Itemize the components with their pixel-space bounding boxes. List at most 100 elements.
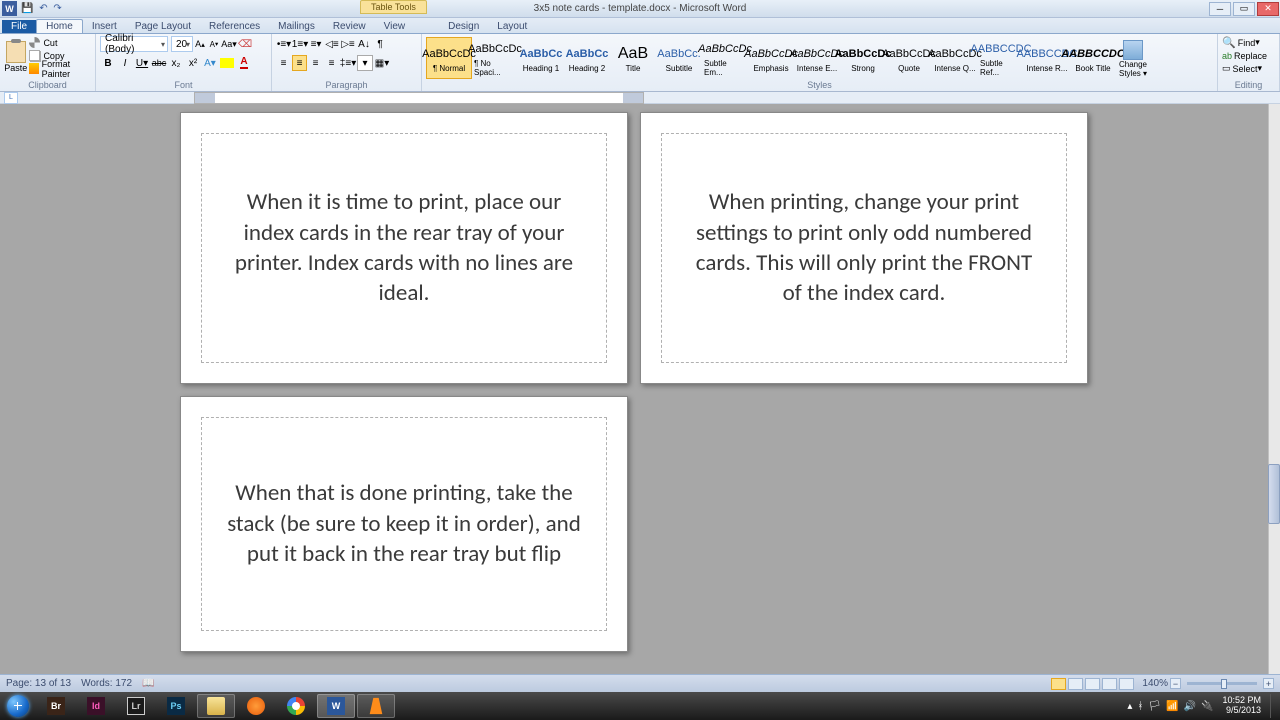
decrease-indent-button[interactable]: ◁≡: [324, 36, 340, 52]
tab-mailings[interactable]: Mailings: [269, 20, 324, 33]
line-spacing-button[interactable]: ‡≡▾: [340, 55, 356, 71]
justify-button[interactable]: ≡: [324, 55, 339, 71]
subscript-button[interactable]: x₂: [168, 55, 184, 71]
style-book-title[interactable]: AABBCCDCBook Title: [1070, 37, 1116, 79]
taskbar-indesign[interactable]: Id: [77, 694, 115, 718]
font-color-button[interactable]: A: [236, 55, 252, 71]
format-painter-button[interactable]: Format Painter: [29, 62, 91, 75]
zoom-out-button[interactable]: −: [1170, 678, 1181, 689]
tab-review[interactable]: Review: [324, 20, 375, 33]
index-card-2[interactable]: When printing, change your print setting…: [640, 112, 1088, 384]
page-indicator[interactable]: Page: 13 of 13: [6, 678, 71, 689]
tab-page-layout[interactable]: Page Layout: [126, 20, 200, 33]
tray-action-center-icon[interactable]: 🏳: [1148, 701, 1161, 712]
borders-button[interactable]: ▦▾: [374, 55, 390, 71]
align-center-button[interactable]: ≡: [292, 55, 307, 71]
tray-bluetooth-icon[interactable]: ᚼ: [1137, 701, 1143, 712]
tray-volume-icon[interactable]: 🔊: [1184, 701, 1196, 712]
print-layout-view-button[interactable]: [1051, 678, 1066, 690]
sort-button[interactable]: A↓: [356, 36, 372, 52]
tray-power-icon[interactable]: 🔌: [1201, 701, 1213, 712]
draft-view-button[interactable]: [1119, 678, 1134, 690]
tab-table-design[interactable]: Design: [439, 20, 488, 33]
taskbar-chrome[interactable]: [277, 694, 315, 718]
style--normal[interactable]: AaBbCcDc¶ Normal: [426, 37, 472, 79]
taskbar-bridge[interactable]: Br: [37, 694, 75, 718]
highlight-button[interactable]: [219, 55, 235, 71]
show-marks-button[interactable]: ¶: [372, 36, 388, 52]
align-left-button[interactable]: ≡: [276, 55, 291, 71]
zoom-slider[interactable]: [1187, 682, 1257, 685]
styles-gallery[interactable]: AaBbCcDc¶ NormalAaBbCcDc¶ No Spaci...AaB…: [426, 37, 1116, 79]
change-case-button[interactable]: Aa▾: [221, 36, 237, 52]
replace-button[interactable]: abReplace: [1222, 49, 1275, 62]
zoom-level[interactable]: 140%: [1142, 678, 1168, 689]
zoom-in-button[interactable]: +: [1263, 678, 1274, 689]
font-size-select[interactable]: 20: [171, 36, 193, 52]
underline-button[interactable]: U▾: [134, 55, 150, 71]
style-intense-e-[interactable]: AaBbCcDcIntense E...: [794, 37, 840, 79]
tab-insert[interactable]: Insert: [83, 20, 126, 33]
shading-button[interactable]: ▾: [357, 55, 373, 71]
show-desktop-button[interactable]: [1270, 694, 1278, 718]
paste-button[interactable]: Paste: [4, 39, 27, 73]
clear-formatting-button[interactable]: ⌫: [237, 36, 253, 52]
multilevel-list-button[interactable]: ≡▾: [308, 36, 324, 52]
outline-view-button[interactable]: [1102, 678, 1117, 690]
word-count[interactable]: Words: 172: [81, 678, 132, 689]
qat-undo-icon[interactable]: ↶: [39, 3, 47, 14]
style-heading-2[interactable]: AaBbCcHeading 2: [564, 37, 610, 79]
taskbar-explorer[interactable]: [197, 694, 235, 718]
tab-references[interactable]: References: [200, 20, 269, 33]
style-title[interactable]: AaBTitle: [610, 37, 656, 79]
style-subtitle[interactable]: AaBbCc.Subtitle: [656, 37, 702, 79]
document-canvas[interactable]: When it is time to print, place our inde…: [0, 104, 1280, 674]
font-name-select[interactable]: Calibri (Body): [100, 36, 168, 52]
cut-button[interactable]: Cut: [29, 36, 91, 49]
taskbar-photoshop[interactable]: Ps: [157, 694, 195, 718]
taskbar-word[interactable]: W: [317, 694, 355, 718]
style-heading-1[interactable]: AaBbCcHeading 1: [518, 37, 564, 79]
italic-button[interactable]: I: [117, 55, 133, 71]
style-subtle-em-[interactable]: AaBbCcDcSubtle Em...: [702, 37, 748, 79]
increase-indent-button[interactable]: ▷≡: [340, 36, 356, 52]
taskbar-lightroom[interactable]: Lr: [117, 694, 155, 718]
style--no-spaci-[interactable]: AaBbCcDc¶ No Spaci...: [472, 37, 518, 79]
style-quote[interactable]: AaBbCcDcQuote: [886, 37, 932, 79]
taskbar-vlc[interactable]: [357, 694, 395, 718]
horizontal-ruler[interactable]: [194, 92, 644, 104]
minimize-button[interactable]: ─: [1209, 2, 1231, 16]
shrink-font-button[interactable]: A▾: [207, 36, 221, 52]
ruler-toggle-button[interactable]: L: [4, 92, 18, 104]
align-right-button[interactable]: ≡: [308, 55, 323, 71]
tab-view[interactable]: View: [375, 20, 415, 33]
start-button[interactable]: [0, 692, 36, 720]
find-button[interactable]: 🔍Find ▾: [1222, 36, 1275, 49]
fullscreen-reading-view-button[interactable]: [1068, 678, 1083, 690]
maximize-button[interactable]: ▭: [1233, 2, 1255, 16]
zoom-slider-thumb[interactable]: [1221, 679, 1227, 689]
index-card-3[interactable]: When that is done printing, take the sta…: [180, 396, 628, 652]
web-layout-view-button[interactable]: [1085, 678, 1100, 690]
tab-table-layout[interactable]: Layout: [488, 20, 536, 33]
close-button[interactable]: ✕: [1257, 2, 1279, 16]
proofing-icon[interactable]: 📖: [142, 678, 154, 689]
strikethrough-button[interactable]: abc: [151, 55, 167, 71]
select-button[interactable]: ▭Select ▾: [1222, 62, 1275, 75]
numbering-button[interactable]: 1≡▾: [292, 36, 308, 52]
change-styles-button[interactable]: ChangeStyles ▾: [1116, 38, 1150, 78]
tray-expand-icon[interactable]: ▴: [1127, 701, 1132, 712]
tab-file[interactable]: File: [2, 20, 36, 33]
bullets-button[interactable]: •≡▾: [276, 36, 292, 52]
taskbar-firefox[interactable]: [237, 694, 275, 718]
qat-redo-icon[interactable]: ↷: [53, 3, 61, 14]
tab-home[interactable]: Home: [36, 19, 83, 33]
grow-font-button[interactable]: A▴: [193, 36, 207, 52]
style-emphasis[interactable]: AaBbCcDcEmphasis: [748, 37, 794, 79]
superscript-button[interactable]: x²: [185, 55, 201, 71]
scrollbar-thumb[interactable]: [1268, 464, 1280, 524]
taskbar-clock[interactable]: 10:52 PM 9/5/2013: [1218, 696, 1265, 716]
style-strong[interactable]: AaBbCcDcStrong: [840, 37, 886, 79]
vertical-scrollbar[interactable]: [1268, 104, 1280, 674]
index-card-1[interactable]: When it is time to print, place our inde…: [180, 112, 628, 384]
